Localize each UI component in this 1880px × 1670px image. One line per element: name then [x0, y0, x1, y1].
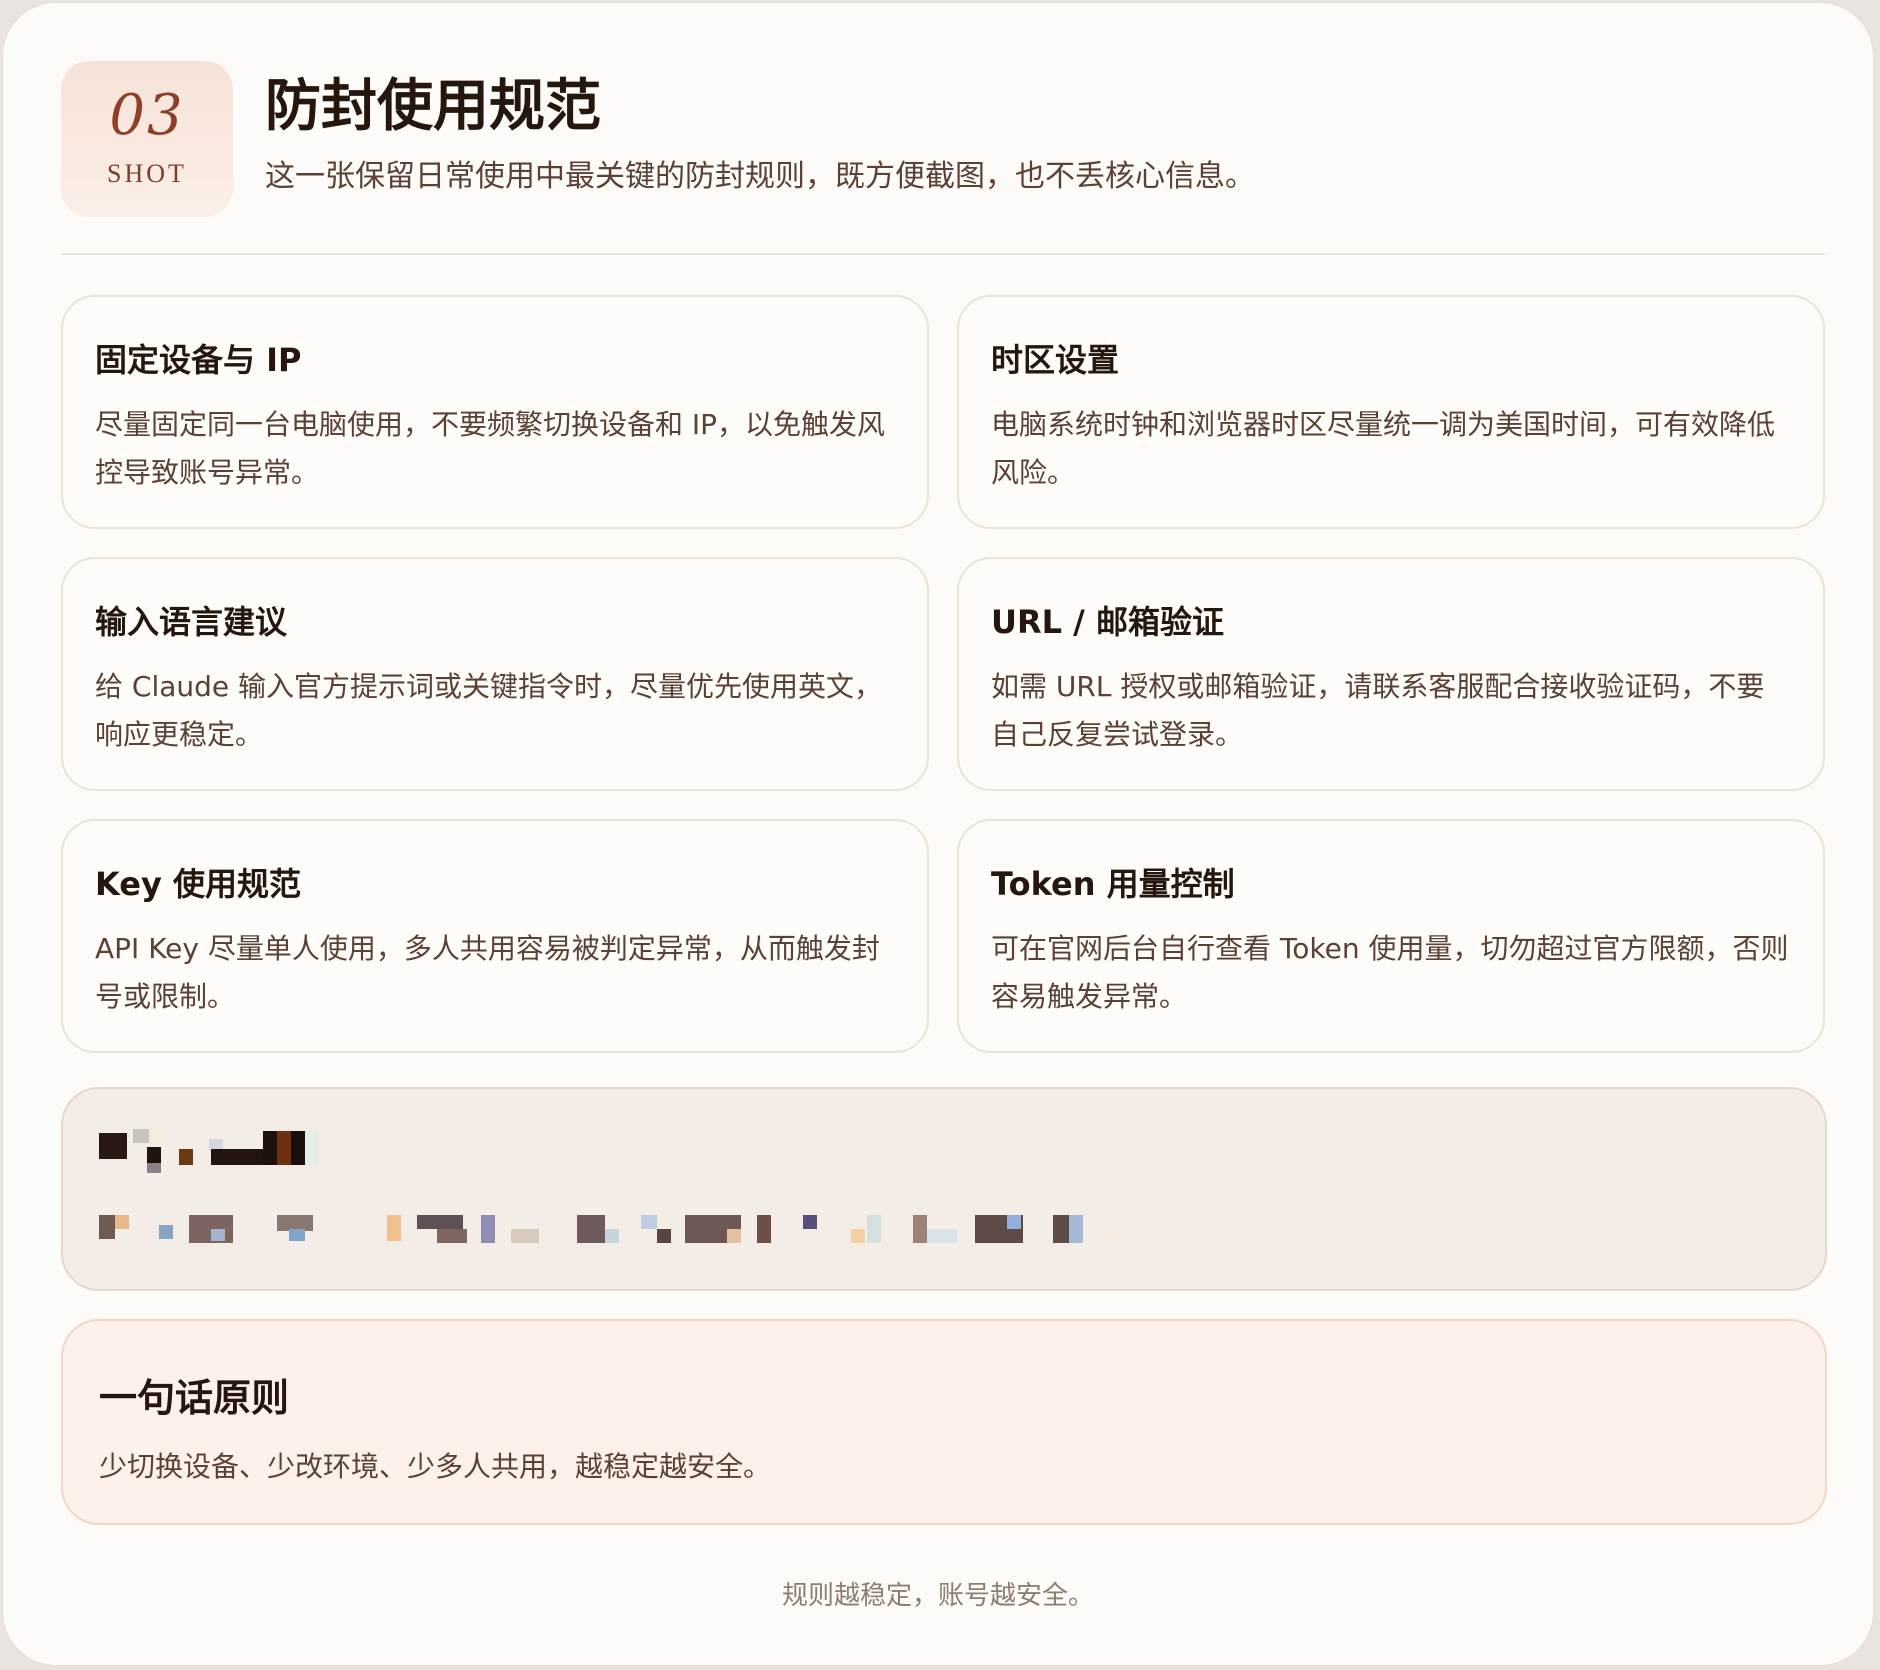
redacted-card: [61, 1087, 1827, 1291]
principle-title: 一句话原则: [99, 1376, 290, 1420]
card-title: 输入语言建议: [95, 603, 288, 641]
rule-card-timezone: 时区设置 电脑系统时钟和浏览器时区尽量统一调为美国时间，可有效降低风险。: [957, 295, 1825, 529]
card-body: 尽量固定同一台电脑使用，不要频繁切换设备和 IP，以免触发风控导致账号异常。: [95, 408, 886, 489]
card-title: Key 使用规范: [95, 865, 301, 903]
card-title: Token 用量控制: [991, 865, 1235, 903]
footer-text: 规则越稳定，账号越安全。: [781, 1581, 1094, 1611]
badge-label: SHOT: [107, 159, 187, 188]
page-title: 防封使用规范: [265, 74, 601, 139]
card-body: 可在官网后台自行查看 Token 使用量，切勿超过官方限额，否则容易触发异常。: [991, 932, 1789, 1013]
rule-card-token-usage: Token 用量控制 可在官网后台自行查看 Token 使用量，切勿超过官方限额…: [957, 819, 1825, 1053]
card-title: 时区设置: [991, 341, 1120, 379]
card-body: 如需 URL 授权或邮箱验证，请联系客服配合接收验证码，不要自己反复尝试登录。: [991, 670, 1765, 751]
rule-card-input-language: 输入语言建议 给 Claude 输入官方提示词或关键指令时，尽量优先使用英文，响…: [61, 557, 929, 791]
card-title: 固定设备与 IP: [95, 341, 302, 379]
rule-card-url-email: URL / 邮箱验证 如需 URL 授权或邮箱验证，请联系客服配合接收验证码，不…: [957, 557, 1825, 791]
principle-body: 少切换设备、少改环境、少多人共用，越稳定越安全。: [99, 1450, 772, 1483]
card-body: API Key 尽量单人使用，多人共用容易被判定异常，从而触发封号或限制。: [95, 932, 880, 1013]
page-subtitle: 这一张保留日常使用中最关键的防封规则，既方便截图，也不丢核心信息。: [265, 159, 1255, 194]
page-frame: 03 SHOT 防封使用规范 这一张保留日常使用中最关键的防封规则，既方便截图，…: [2, 2, 1874, 1666]
header-divider: [61, 253, 1825, 255]
card-body: 给 Claude 输入官方提示词或关键指令时，尽量优先使用英文，响应更稳定。: [95, 670, 883, 751]
card-title: URL / 邮箱验证: [991, 603, 1224, 641]
principle-card: 一句话原则 少切换设备、少改环境、少多人共用，越稳定越安全。: [61, 1319, 1827, 1525]
badge-number: 03: [109, 83, 185, 148]
rule-card-device-ip: 固定设备与 IP 尽量固定同一台电脑使用，不要频繁切换设备和 IP，以免触发风控…: [61, 295, 929, 529]
shot-badge: 03 SHOT: [61, 61, 233, 217]
rule-card-key-usage: Key 使用规范 API Key 尽量单人使用，多人共用容易被判定异常，从而触发…: [61, 819, 929, 1053]
card-body: 电脑系统时钟和浏览器时区尽量统一调为美国时间，可有效降低风险。: [991, 408, 1776, 489]
